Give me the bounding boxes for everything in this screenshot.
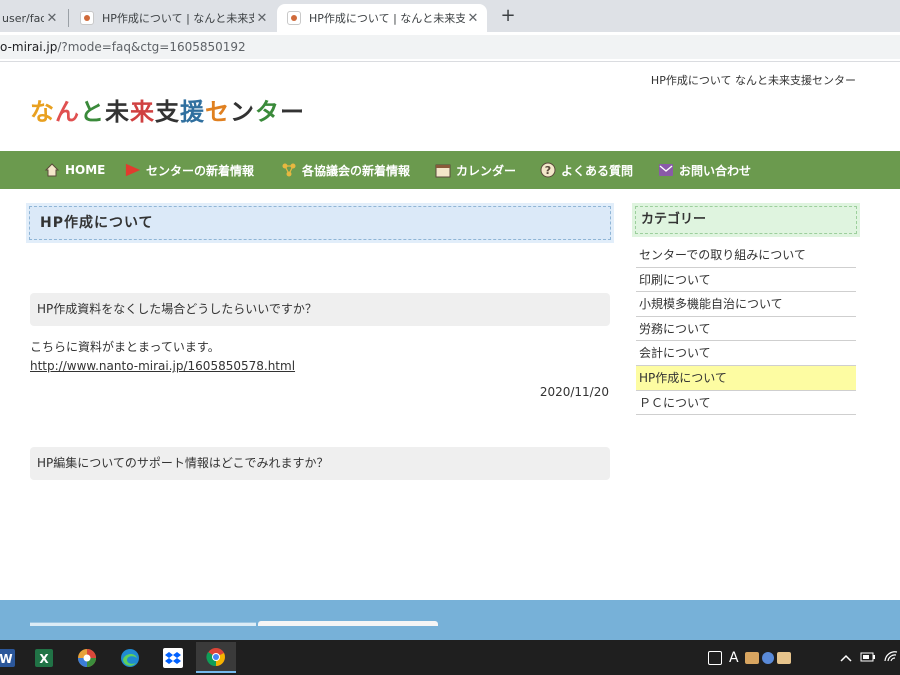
tab-title: HP作成について | なんと未来支援セ (309, 12, 465, 25)
footer-band (0, 600, 900, 640)
close-tab-icon[interactable]: ✕ (465, 11, 481, 26)
flag-icon (125, 162, 141, 178)
nav-item-contact[interactable]: お問い合わせ (658, 151, 751, 189)
logo-char: と (80, 98, 105, 126)
nav-item-label: よくある質問 (561, 163, 634, 178)
excel-icon[interactable]: X (24, 642, 64, 673)
tab-separator (68, 9, 69, 27)
browser-tab-strip: user/faq ✕ HP作成について | なんと未来支援セ ✕ HP作成につい… (0, 0, 900, 32)
tab-title: HP作成について | なんと未来支援セ (102, 12, 254, 25)
nav-item-label: センターの新着情報 (146, 163, 255, 178)
ime-mode-indicator[interactable]: A (729, 650, 739, 666)
browser-tab-1[interactable]: user/faq ✕ (0, 4, 66, 32)
calendar-icon (435, 162, 451, 178)
browser-tab-3-active[interactable]: HP作成について | なんと未来支援セ ✕ (277, 4, 487, 32)
chrome-icon[interactable] (196, 642, 236, 673)
logo-char: な (30, 98, 55, 126)
tray-app-icon[interactable] (761, 651, 774, 664)
logo-char: ー (280, 98, 305, 126)
footer-tab (258, 621, 438, 626)
word-icon[interactable]: W (0, 642, 26, 673)
close-tab-icon[interactable]: ✕ (44, 11, 60, 26)
nav-item-label: カレンダー (456, 163, 517, 178)
tray-app-icon[interactable] (776, 651, 791, 664)
chevron-up-icon[interactable] (840, 651, 852, 665)
tray-ime-box-icon[interactable] (708, 650, 722, 665)
page-title-box: HP作成について (26, 203, 614, 243)
logo-char: タ (255, 98, 280, 126)
category-item[interactable]: 労務について (636, 317, 856, 342)
close-tab-icon[interactable]: ✕ (254, 11, 270, 26)
nav-item-center-news[interactable]: センターの新着情報 (125, 151, 254, 189)
url-path: /?mode=faq&ctg=1605850192 (57, 40, 246, 54)
faq-question[interactable]: HP編集についてのサポート情報はどこでみれますか？ (30, 447, 610, 480)
site-header-text: HP作成について なんと未来支援センター (650, 74, 856, 87)
taskbar: W X A (0, 640, 900, 675)
faq-answer-text: こちらに資料がまとまっています。 (30, 340, 220, 354)
nav-item-council-news[interactable]: 各協議会の新着情報 (281, 151, 410, 189)
logo-char: ん (55, 98, 80, 126)
nav-item-home[interactable]: HOME (44, 151, 105, 189)
network-icon (281, 162, 297, 178)
browser-tab-2[interactable]: HP作成について | なんと未来支援セ ✕ (70, 4, 276, 32)
home-icon (44, 162, 60, 178)
site-favicon-icon (287, 11, 301, 25)
nav-item-calendar[interactable]: カレンダー (435, 151, 516, 189)
question-icon: ? (540, 162, 556, 178)
svg-text:X: X (39, 652, 49, 666)
mail-icon (658, 162, 674, 178)
wifi-icon[interactable] (884, 650, 898, 665)
tray-overflow (840, 640, 898, 675)
nav-item-label: 各協議会の新着情報 (302, 163, 411, 178)
category-item[interactable]: ＰＣについて (636, 391, 856, 416)
logo-char: 来 (130, 98, 155, 126)
tray-app-icon[interactable] (744, 651, 759, 664)
nav-item-faq[interactable]: ? よくある質問 (540, 151, 633, 189)
category-item-active[interactable]: HP作成について (636, 365, 856, 391)
faq-date: 2020/11/20 (539, 385, 609, 399)
category-heading-box: カテゴリー (632, 203, 860, 237)
svg-text:?: ? (545, 164, 551, 177)
svg-text:W: W (0, 652, 13, 666)
footer-tab (30, 622, 256, 626)
faq-answer-link[interactable]: http://www.nanto-mirai.jp/1605850578.htm… (30, 359, 295, 373)
photos-icon[interactable] (67, 642, 107, 673)
tab-title: user/faq (2, 11, 44, 25)
edge-icon[interactable] (110, 642, 150, 673)
url-host: o-mirai.jp (0, 40, 58, 54)
faq-answer: こちらに資料がまとまっています。 http://www.nanto-mirai.… (30, 338, 295, 376)
system-tray: A (708, 640, 791, 675)
logo-char: ン (230, 98, 255, 126)
nav-item-label: お問い合わせ (679, 163, 752, 178)
new-tab-button[interactable]: + (496, 4, 520, 28)
nav-item-label: HOME (65, 163, 106, 177)
browser-toolbar: o-mirai.jp/?mode=faq&ctg=1605850192 (0, 32, 900, 62)
category-item[interactable]: 小規模多機能自治について (636, 292, 856, 317)
address-bar[interactable]: o-mirai.jp/?mode=faq&ctg=1605850192 (0, 35, 900, 59)
global-nav: HOME センターの新着情報 各協議会の新着情報 カレンダー ? よくある質問 … (0, 151, 900, 189)
logo-char: セ (205, 98, 230, 126)
faq-question[interactable]: HP作成資料をなくした場合どうしたらいいですか？ (30, 293, 610, 326)
category-heading: カテゴリー (635, 206, 857, 234)
category-item[interactable]: センターでの取り組みについて (636, 243, 856, 268)
logo-char: 未 (105, 98, 130, 126)
dropbox-icon[interactable] (153, 642, 193, 673)
category-item[interactable]: 印刷について (636, 268, 856, 293)
logo-char: 援 (180, 98, 205, 126)
battery-icon[interactable] (860, 651, 876, 665)
page-title: HP作成について (29, 206, 611, 240)
logo-char: 支 (155, 98, 180, 126)
site-logo[interactable]: なんと未来支援センター (30, 92, 305, 127)
site-favicon-icon (80, 11, 94, 25)
category-item[interactable]: 会計について (636, 341, 856, 366)
category-list: センターでの取り組みについて 印刷について 小規模多機能自治について 労務につい… (636, 243, 856, 416)
